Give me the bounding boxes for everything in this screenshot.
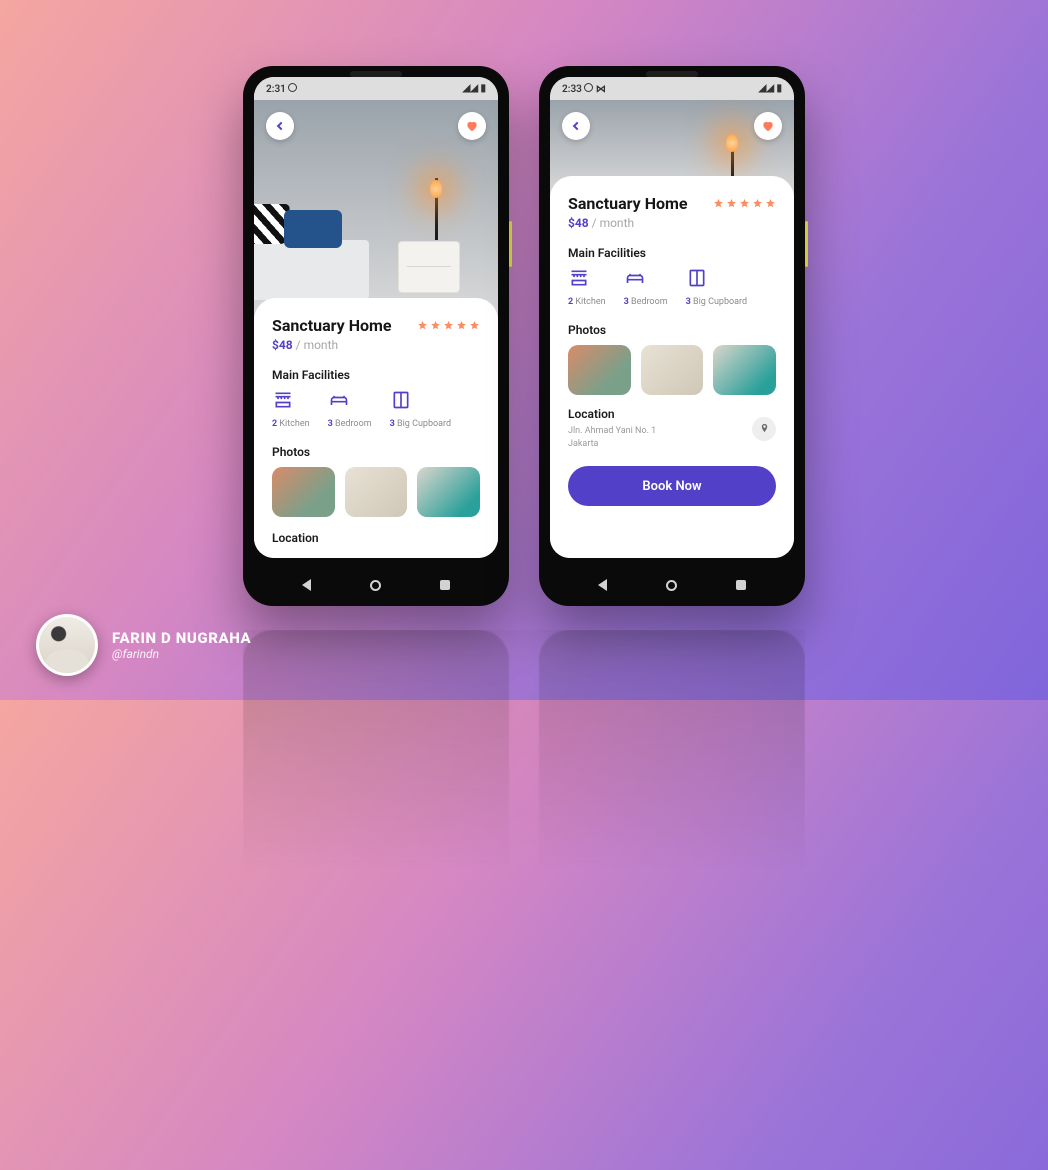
bed-icon [624,268,646,288]
facility-kitchen: 2 Kitchen [568,268,606,307]
location-heading: Location [568,407,656,421]
nav-home-icon[interactable] [666,580,677,591]
photo-thumbnail[interactable] [417,467,480,517]
photo-thumbnail[interactable] [345,467,408,517]
facilities-heading: Main Facilities [568,246,776,260]
app-screen-detail-top: 2:31 ◢◢ ▮ Sanctuary Home $48 / month [254,77,498,558]
facilities-heading: Main Facilities [272,368,480,382]
chevron-left-icon [573,122,581,130]
settings-icon [288,83,297,92]
status-time: 2:31 [266,84,286,95]
nav-recents-icon[interactable] [736,580,746,590]
rating-stars [417,320,480,331]
photo-thumbnail[interactable] [641,345,704,395]
map-pin-icon [759,423,770,434]
heart-icon [465,119,479,133]
photo-thumbnail[interactable] [713,345,776,395]
facility-cupboard: 3 Big Cupboard [390,390,452,429]
rating-stars [713,198,776,209]
avatar [36,614,98,676]
photos-heading: Photos [568,323,776,337]
nav-back-icon[interactable] [302,579,311,591]
app-screen-detail-scrolled: 2:33 ⋈ ◢◢ ▮ Sanctuary Home $48 / month [550,77,794,558]
listing-title: Sanctuary Home [568,194,688,213]
listing-title: Sanctuary Home [272,316,392,335]
back-button[interactable] [562,112,590,140]
android-nav-bar [243,564,509,606]
chevron-left-icon [277,122,285,130]
author-attribution: FARIN D NUGRAHA @farindn [36,614,251,676]
book-now-button[interactable]: Book Now [568,466,776,506]
phone-mockup-2: 2:33 ⋈ ◢◢ ▮ Sanctuary Home $48 / month [539,66,805,606]
status-bar: 2:33 ⋈ ◢◢ ▮ [550,77,794,100]
bed-icon [328,390,350,410]
listing-price: $48 / month [568,216,688,230]
status-indicators: ◢◢ ▮ [759,83,782,94]
status-time: 2:33 [562,84,582,95]
phone-mockup-1: 2:31 ◢◢ ▮ Sanctuary Home $48 / month [243,66,509,606]
photos-heading: Photos [272,445,480,459]
author-name: FARIN D NUGRAHA [112,629,251,647]
photo-thumbnail[interactable] [272,467,335,517]
nav-back-icon[interactable] [598,579,607,591]
location-heading: Location [272,531,480,545]
kitchen-icon [568,268,590,288]
nav-home-icon[interactable] [370,580,381,591]
favorite-button[interactable] [754,112,782,140]
status-indicators: ◢◢ ▮ [463,83,486,94]
location-address: Jln. Ahmad Yani No. 1Jakarta [568,425,656,450]
back-button[interactable] [266,112,294,140]
facility-bedroom: 3 Bedroom [624,268,668,307]
listing-hero-image [254,100,498,318]
facility-cupboard: 3 Big Cupboard [686,268,748,307]
kitchen-icon [272,390,294,410]
settings-icon [584,83,593,92]
heart-icon [761,119,775,133]
facility-bedroom: 3 Bedroom [328,390,372,429]
cupboard-icon [390,390,412,410]
map-button[interactable] [752,417,776,441]
author-handle: @farindn [112,647,251,661]
listing-price: $48 / month [272,338,392,352]
favorite-button[interactable] [458,112,486,140]
nav-recents-icon[interactable] [440,580,450,590]
facility-kitchen: 2 Kitchen [272,390,310,429]
status-bar: 2:31 ◢◢ ▮ [254,77,498,100]
android-nav-bar [539,564,805,606]
cupboard-icon [686,268,708,288]
photo-thumbnail[interactable] [568,345,631,395]
